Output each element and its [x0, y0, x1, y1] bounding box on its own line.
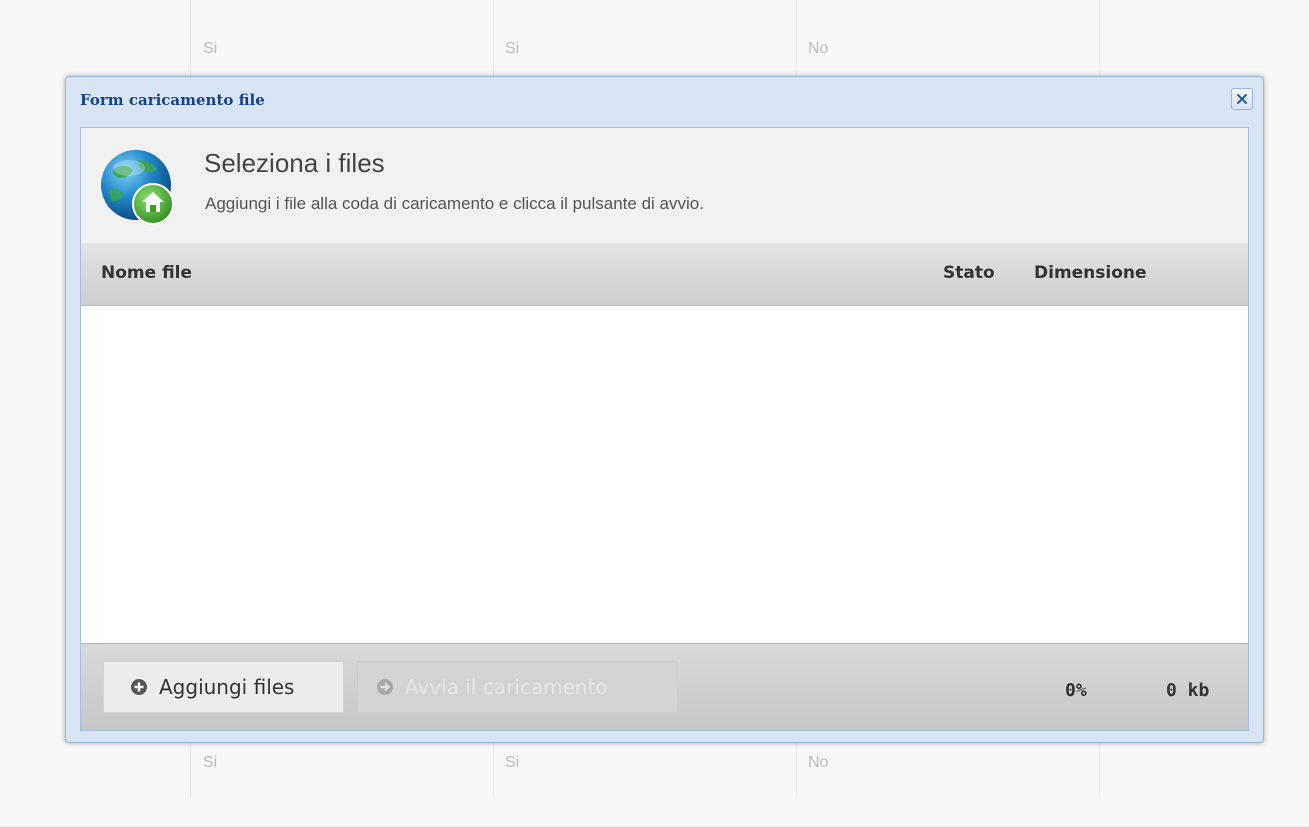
table-row	[0, 0, 1309, 29]
close-icon	[1237, 94, 1247, 104]
add-files-label: Aggiungi files	[159, 675, 295, 699]
table-row: Si Si No	[0, 28, 1309, 71]
plus-circle-icon	[131, 679, 147, 695]
file-list[interactable]	[81, 306, 1248, 643]
add-files-button[interactable]: Aggiungi files	[103, 661, 344, 713]
file-grid-header: Nome file Stato Dimensione	[81, 243, 1248, 306]
dialog-titlebar[interactable]: Form caricamento file	[66, 77, 1263, 123]
table-cell: Si	[505, 40, 520, 57]
close-button[interactable]	[1231, 88, 1253, 110]
panel-header: Seleziona i files Aggiungi i file alla c…	[81, 128, 1248, 243]
start-upload-button[interactable]: Avvia il caricamento	[357, 661, 678, 713]
start-upload-label: Avvia il caricamento	[405, 675, 608, 699]
table-row: Si Si No	[0, 742, 1309, 785]
table-cell: No	[808, 754, 829, 771]
globe-icon	[101, 150, 174, 225]
upload-dialog: Form caricamento file Seleziona i files …	[65, 76, 1264, 743]
column-header-size[interactable]: Dimensione	[1034, 263, 1147, 283]
upload-total-size: 0 kb	[1166, 680, 1210, 701]
table-cell: Si	[203, 754, 218, 771]
column-header-name[interactable]: Nome file	[101, 263, 192, 283]
table-cell: Si	[203, 40, 218, 57]
upload-progress-percent: 0%	[1065, 680, 1087, 701]
dialog-title: Form caricamento file	[80, 91, 265, 109]
table-cell: No	[808, 40, 829, 57]
table-cell: Si	[505, 754, 520, 771]
panel-footer: Aggiungi files Avvia il caricamento 0% 0…	[81, 643, 1248, 730]
column-header-status[interactable]: Stato	[943, 263, 995, 283]
header-subtitle: Aggiungi i file alla coda di caricamento…	[205, 194, 704, 213]
arrow-right-circle-icon	[377, 679, 393, 695]
header-title: Seleziona i files	[204, 148, 385, 178]
upload-panel: Seleziona i files Aggiungi i file alla c…	[80, 127, 1249, 731]
table-row	[0, 784, 1309, 827]
